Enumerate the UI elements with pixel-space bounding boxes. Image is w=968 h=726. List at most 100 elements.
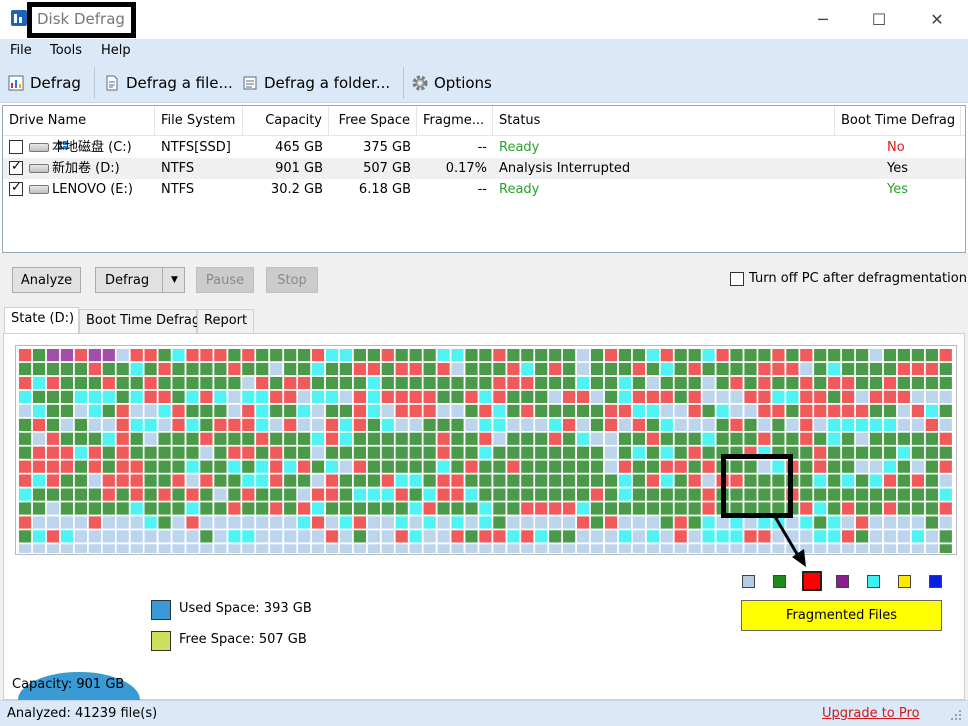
cluster-block xyxy=(883,376,897,390)
menu-tools[interactable]: Tools xyxy=(50,43,82,58)
cluster-block xyxy=(925,418,938,431)
cluster-block xyxy=(186,376,199,390)
tab-report[interactable]: Report xyxy=(197,309,254,333)
cluster-block xyxy=(493,474,506,487)
cluster-block xyxy=(423,376,436,390)
cluster-block xyxy=(353,432,366,445)
cluster-block xyxy=(437,544,450,553)
toolbar-options-button[interactable]: Options xyxy=(412,71,492,95)
column-drive-name[interactable]: Drive Name xyxy=(3,106,155,136)
cluster-block xyxy=(19,418,32,431)
cluster-block xyxy=(786,432,799,445)
cluster-block xyxy=(339,349,352,362)
free-cluster-color[interactable] xyxy=(742,575,755,588)
directory-cluster-color[interactable] xyxy=(898,575,911,588)
cluster-block xyxy=(200,432,213,445)
cluster-block xyxy=(744,418,757,431)
used-cluster-color[interactable] xyxy=(773,575,786,588)
cluster-block xyxy=(186,530,199,543)
close-button[interactable]: ✕ xyxy=(914,0,960,39)
pause-button[interactable]: Pause xyxy=(196,267,254,293)
toolbar-defrag-button[interactable]: Defrag xyxy=(8,71,81,95)
cluster-block xyxy=(339,446,352,459)
cluster-block xyxy=(646,418,659,431)
tab-boot-time-defrag[interactable]: Boot Time Defrag xyxy=(79,309,200,333)
cluster-block xyxy=(228,432,241,445)
defrag-button[interactable]: Defrag ▼ xyxy=(95,267,185,293)
cluster-block xyxy=(911,474,924,487)
cluster-block xyxy=(451,544,464,553)
cluster-block xyxy=(60,516,73,529)
cluster-block xyxy=(646,530,659,543)
drive-row-e[interactable]: LENOVO (E:) NTFS 30.2 GB 6.18 GB -- Read… xyxy=(3,179,965,200)
ssd-drive-icon xyxy=(29,141,67,152)
cluster-block xyxy=(256,488,269,501)
minimize-button[interactable]: ─ xyxy=(800,0,846,39)
cluster-block xyxy=(688,404,701,417)
cluster-block xyxy=(563,544,576,553)
cluster-block xyxy=(437,460,450,473)
cluster-block xyxy=(158,460,171,473)
column-file-system[interactable]: File System xyxy=(155,106,243,136)
upgrade-link[interactable]: Upgrade to Pro xyxy=(822,706,920,721)
cluster-block xyxy=(646,362,659,376)
column-fragmented[interactable]: Fragme... xyxy=(417,106,493,136)
menu-file[interactable]: File xyxy=(10,43,32,58)
drive-list: Drive Name File System Capacity Free Spa… xyxy=(2,105,966,253)
cluster-block xyxy=(842,502,855,515)
cluster-block xyxy=(730,432,743,445)
cluster-block xyxy=(284,376,297,390)
folder-icon xyxy=(242,75,258,91)
column-free-space[interactable]: Free Space xyxy=(329,106,417,136)
cluster-block xyxy=(102,390,115,403)
toolbar-defrag-folder-button[interactable]: Defrag a folder... xyxy=(242,71,390,95)
system-cluster-color[interactable] xyxy=(836,575,849,588)
drive-fragmented: -- xyxy=(477,140,487,155)
cluster-block xyxy=(869,502,883,515)
cluster-block xyxy=(856,432,869,445)
cluster-block xyxy=(353,530,366,543)
menu-help[interactable]: Help xyxy=(101,43,131,58)
cluster-block xyxy=(186,502,199,515)
resize-grip-icon[interactable] xyxy=(950,709,962,721)
cluster-block xyxy=(32,376,46,390)
tab-state[interactable]: State (D:) xyxy=(4,307,79,333)
analyzed-status: Analyzed: 41239 file(s) xyxy=(7,706,158,721)
file-icon xyxy=(104,75,120,91)
cluster-block xyxy=(186,390,199,403)
drive-row-c[interactable]: 本地磁盘 (C:) NTFS[SSD] 465 GB 375 GB -- Rea… xyxy=(3,137,965,158)
cluster-block xyxy=(577,418,590,431)
cluster-block xyxy=(869,362,883,376)
cluster-block xyxy=(842,488,855,501)
processing-cluster-color[interactable] xyxy=(929,575,942,588)
cluster-block xyxy=(674,474,687,487)
mft-cluster-color[interactable] xyxy=(867,575,880,588)
cluster-block xyxy=(674,418,687,431)
analyze-button[interactable]: Analyze xyxy=(12,267,81,293)
turn-off-checkbox[interactable] xyxy=(730,272,744,286)
drive-checkbox[interactable] xyxy=(9,180,23,196)
column-boot-time-defrag[interactable]: Boot Time Defrag xyxy=(835,106,961,136)
cluster-block xyxy=(646,488,659,501)
column-status[interactable]: Status xyxy=(493,106,835,136)
defrag-dropdown-button[interactable]: ▼ xyxy=(162,268,186,292)
stop-button[interactable]: Stop xyxy=(266,267,318,293)
cluster-block xyxy=(479,362,492,376)
drive-boot-time-defrag: Yes xyxy=(887,182,908,197)
toolbar-defrag-file-button[interactable]: Defrag a file... xyxy=(104,71,233,95)
cluster-block xyxy=(228,390,241,403)
drive-checkbox[interactable] xyxy=(9,140,23,154)
maximize-button[interactable]: ☐ xyxy=(856,0,902,39)
cluster-block xyxy=(46,502,60,515)
cluster-block xyxy=(577,362,590,376)
cluster-block xyxy=(130,418,143,431)
cluster-block xyxy=(493,432,506,445)
fragmented-cluster-color[interactable] xyxy=(802,571,822,591)
cluster-block xyxy=(284,349,297,362)
column-capacity[interactable]: Capacity xyxy=(243,106,329,136)
drive-row-d[interactable]: 新加卷 (D:) NTFS 901 GB 507 GB 0.17% Analys… xyxy=(3,158,965,179)
cluster-block xyxy=(381,432,394,445)
drive-checkbox[interactable] xyxy=(9,159,23,175)
cluster-block xyxy=(660,530,673,543)
cluster-block xyxy=(19,404,32,417)
